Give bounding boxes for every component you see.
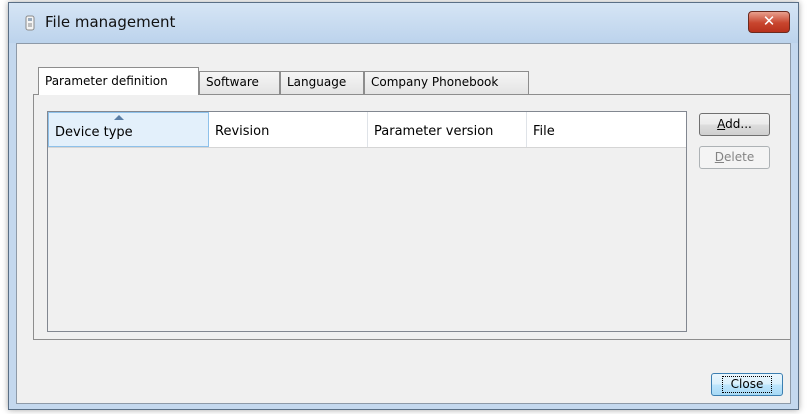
column-header-label: Revision — [215, 124, 270, 139]
tab-label: Company Phonebook — [371, 75, 499, 89]
tab-label: Language — [287, 75, 347, 89]
dialog-body: Parameter definition Software Language C… — [16, 43, 791, 404]
table-header: Device type Revision Parameter version F… — [48, 112, 686, 148]
window-title: File management — [45, 13, 176, 31]
sort-ascending-icon — [114, 115, 124, 120]
close-icon: ✕ — [762, 12, 776, 30]
add-mnemonic: A — [717, 117, 726, 131]
column-header-parameter-version[interactable]: Parameter version — [368, 112, 527, 147]
tab-language[interactable]: Language — [280, 71, 364, 94]
tab-panel-parameter-definition: Device type Revision Parameter version F… — [33, 94, 791, 340]
close-button[interactable]: Close — [711, 373, 783, 396]
title-bar[interactable]: File management ✕ — [9, 3, 798, 43]
close-button-label: Close — [721, 376, 773, 393]
delete-mnemonic: D — [714, 150, 725, 164]
file-management-dialog: File management ✕ Parameter definition S… — [8, 2, 799, 410]
column-header-device-type[interactable]: Device type — [48, 112, 209, 147]
column-header-label: Parameter version — [374, 124, 494, 139]
delete-button[interactable]: Delete — [699, 146, 770, 169]
tab-company-phonebook[interactable]: Company Phonebook — [364, 71, 529, 94]
column-header-revision[interactable]: Revision — [209, 112, 368, 147]
tab-label: Parameter definition — [45, 74, 168, 88]
tab-software[interactable]: Software — [199, 71, 280, 94]
tab-label: Software — [206, 75, 259, 89]
column-header-label: File — [533, 124, 555, 139]
tab-parameter-definition[interactable]: Parameter definition — [38, 67, 199, 95]
add-label-rest: dd... — [725, 117, 752, 131]
add-button[interactable]: Add... — [699, 113, 770, 136]
delete-label-rest: elete — [724, 150, 755, 164]
app-icon — [25, 15, 35, 31]
column-header-file[interactable]: File — [527, 112, 686, 147]
close-window-button[interactable]: ✕ — [748, 11, 790, 33]
column-header-label: Device type — [55, 125, 133, 140]
parameter-definition-table[interactable]: Device type Revision Parameter version F… — [47, 111, 687, 332]
